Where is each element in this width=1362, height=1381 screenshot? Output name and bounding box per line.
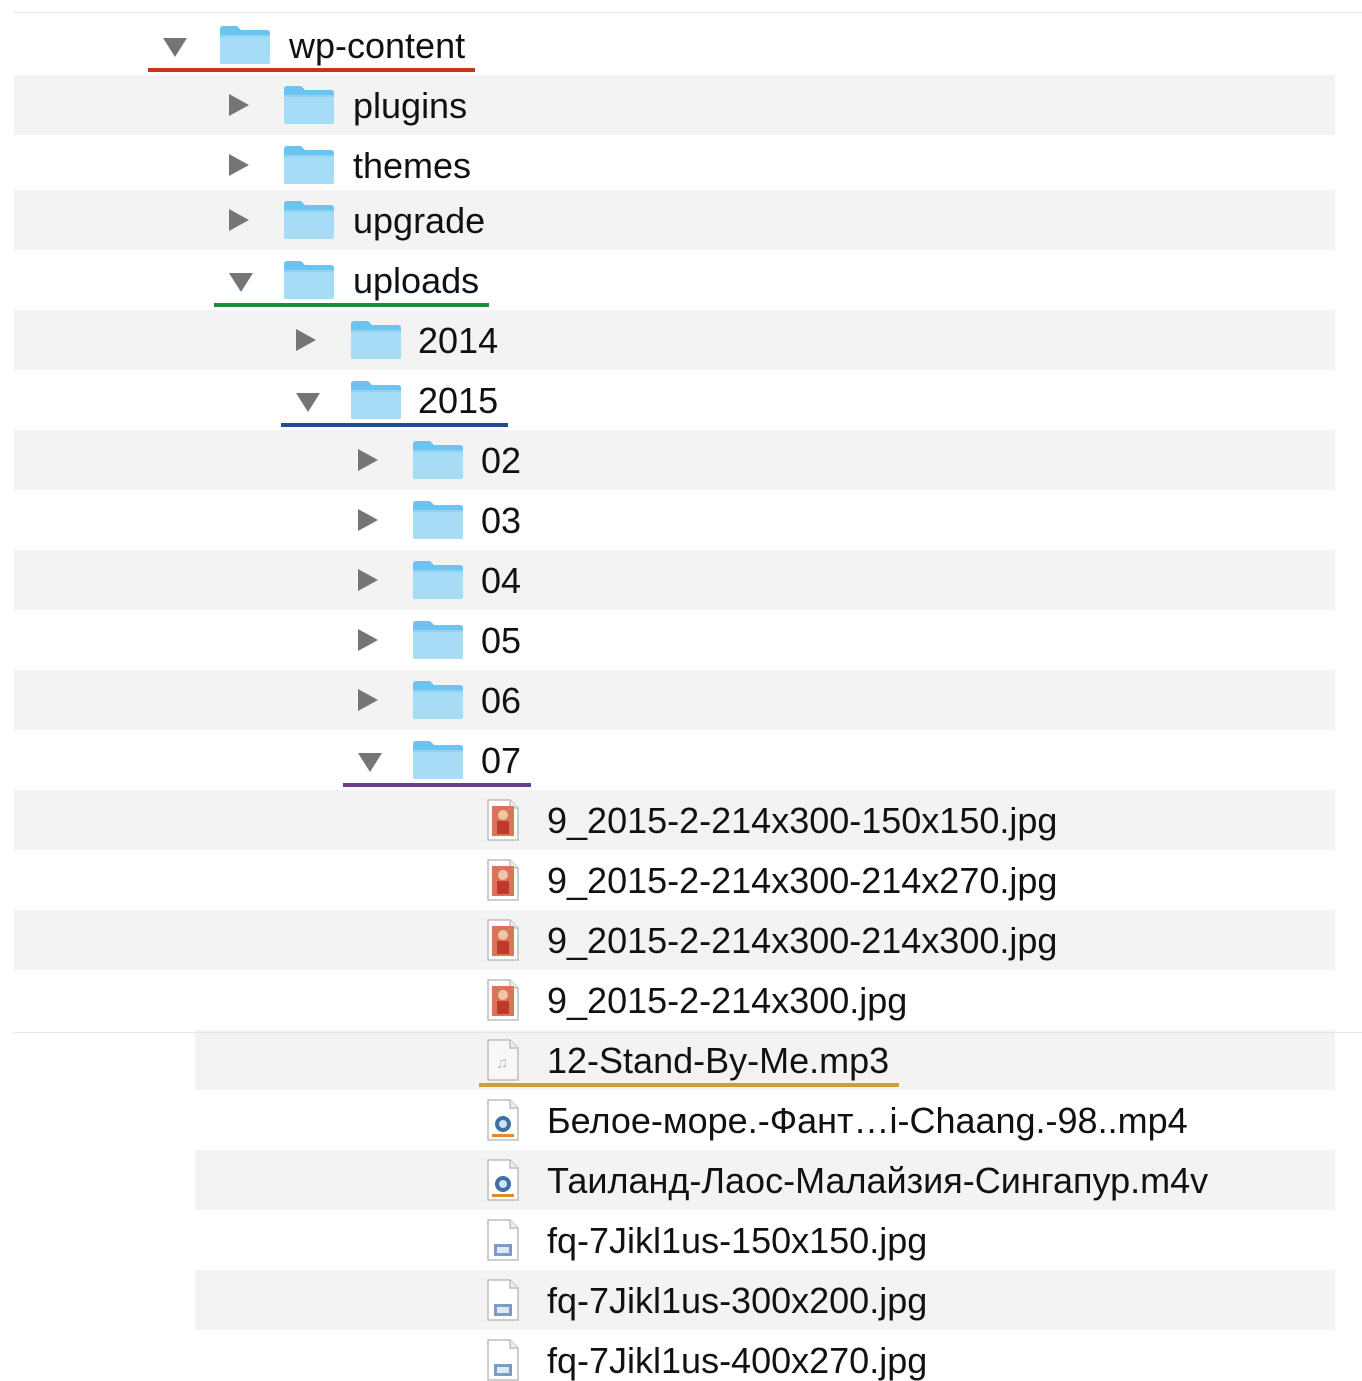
folder-icon (283, 85, 335, 125)
folder-row-uploads[interactable]: uploads (0, 250, 1362, 310)
file-row-9-2015-2-214x300-150x150-jpg[interactable]: 9_2015-2-214x300-150x150.jpg (0, 790, 1362, 850)
file-tree: wp-content plugins themes upgrade uploads 201… (0, 0, 1362, 1381)
folder-name: 2014 (418, 320, 499, 361)
folder-row-04[interactable]: 04 (0, 550, 1362, 610)
folder-name: 02 (481, 440, 522, 481)
folder-icon (412, 680, 464, 720)
highlight-underline (148, 68, 475, 72)
file-name: 9_2015-2-214x300-214x300.jpg (547, 920, 1058, 961)
file-row-9-2015-2-214x300-214x270-jpg[interactable]: 9_2015-2-214x300-214x270.jpg (0, 850, 1362, 910)
audio-file-icon: ♫ (486, 1038, 520, 1082)
file-name: 9_2015-2-214x300-214x270.jpg (547, 860, 1058, 901)
disclosure-collapsed-icon[interactable] (358, 569, 378, 591)
file-name: fq-7Jikl1us-400x270.jpg (547, 1340, 928, 1381)
file-row-fq-7jikl1us-150x150-jpg[interactable]: fq-7Jikl1us-150x150.jpg (0, 1210, 1362, 1270)
folder-name: 07 (481, 740, 522, 781)
file-name: Белое-море.-Фант…i-Chaang.-98..mp4 (547, 1100, 1188, 1141)
disclosure-collapsed-icon[interactable] (296, 329, 316, 351)
folder-icon (412, 620, 464, 660)
disclosure-collapsed-icon[interactable] (358, 509, 378, 531)
file-name: 9_2015-2-214x300-150x150.jpg (547, 800, 1058, 841)
folder-name: 06 (481, 680, 522, 721)
folder-name: 03 (481, 500, 522, 541)
file-row-fq-7jikl1us-300x200-jpg[interactable]: fq-7Jikl1us-300x200.jpg (0, 1270, 1362, 1330)
picture-file-icon (486, 1338, 520, 1381)
image-file-icon (486, 978, 520, 1022)
disclosure-collapsed-icon[interactable] (229, 154, 249, 176)
picture-file-icon (486, 1218, 520, 1262)
folder-icon (283, 260, 335, 300)
file-name: 12-Stand-By-Me.mp3 (547, 1040, 890, 1081)
folder-name: uploads (353, 260, 480, 301)
divider-line (14, 12, 1362, 13)
file-row-fq-7jikl1us-400x270-jpg[interactable]: fq-7Jikl1us-400x270.jpg (0, 1330, 1362, 1381)
folder-icon (219, 25, 271, 65)
folder-row-07[interactable]: 07 (0, 730, 1362, 790)
disclosure-expanded-icon[interactable] (358, 753, 382, 772)
folder-icon (350, 380, 402, 420)
folder-row-03[interactable]: 03 (0, 490, 1362, 550)
folder-icon (350, 320, 402, 360)
folder-icon (412, 560, 464, 600)
folder-name: themes (353, 145, 472, 186)
folder-icon (412, 440, 464, 480)
folder-row-wp-content[interactable]: wp-content (0, 15, 1362, 75)
disclosure-expanded-icon[interactable] (296, 393, 320, 412)
file-row-таиланд-лаос-малайзия-сингапур-m4v[interactable]: Таиланд-Лаос-Малайзия-Сингапур.m4v (0, 1150, 1362, 1210)
folder-icon (283, 145, 335, 185)
file-row-12-stand-by-me-mp3[interactable]: ♫ 12-Stand-By-Me.mp3 (0, 1030, 1362, 1090)
file-name: 9_2015-2-214x300.jpg (547, 980, 908, 1021)
folder-icon (283, 200, 335, 240)
disclosure-collapsed-icon[interactable] (358, 449, 378, 471)
video-file-icon (486, 1098, 520, 1142)
folder-row-plugins[interactable]: plugins (0, 75, 1362, 135)
highlight-underline (281, 423, 508, 427)
image-file-icon (486, 798, 520, 842)
folder-row-themes[interactable]: themes (0, 135, 1362, 195)
folder-icon (412, 740, 464, 780)
folder-name: 04 (481, 560, 522, 601)
file-row-9-2015-2-214x300-jpg[interactable]: 9_2015-2-214x300.jpg (0, 970, 1362, 1030)
file-name: fq-7Jikl1us-150x150.jpg (547, 1220, 928, 1261)
file-row-9-2015-2-214x300-214x300-jpg[interactable]: 9_2015-2-214x300-214x300.jpg (0, 910, 1362, 970)
file-name: Таиланд-Лаос-Малайзия-Сингапур.m4v (547, 1160, 1209, 1201)
disclosure-collapsed-icon[interactable] (358, 689, 378, 711)
disclosure-expanded-icon[interactable] (229, 273, 253, 292)
disclosure-collapsed-icon[interactable] (229, 209, 249, 231)
image-file-icon (486, 918, 520, 962)
disclosure-collapsed-icon[interactable] (358, 629, 378, 651)
file-name: fq-7Jikl1us-300x200.jpg (547, 1280, 928, 1321)
folder-name: plugins (353, 85, 468, 126)
folder-name: upgrade (353, 200, 486, 241)
video-file-icon (486, 1158, 520, 1202)
image-file-icon (486, 858, 520, 902)
folder-icon (412, 500, 464, 540)
file-row-белое-море-фант-i-chaang-98-mp4[interactable]: Белое-море.-Фант…i-Chaang.-98..mp4 (0, 1090, 1362, 1150)
folder-row-05[interactable]: 05 (0, 610, 1362, 670)
folder-row-02[interactable]: 02 (0, 430, 1362, 490)
highlight-underline (214, 303, 489, 307)
picture-file-icon (486, 1278, 520, 1322)
svg-text:♫: ♫ (496, 1055, 508, 1072)
folder-name: 2015 (418, 380, 499, 421)
disclosure-collapsed-icon[interactable] (229, 94, 249, 116)
disclosure-expanded-icon[interactable] (163, 38, 187, 57)
folder-name: wp-content (289, 25, 466, 66)
folder-name: 05 (481, 620, 522, 661)
folder-row-upgrade[interactable]: upgrade (0, 190, 1362, 250)
folder-row-2014[interactable]: 2014 (0, 310, 1362, 370)
highlight-underline (343, 783, 531, 787)
folder-row-06[interactable]: 06 (0, 670, 1362, 730)
folder-row-2015[interactable]: 2015 (0, 370, 1362, 430)
highlight-underline (479, 1083, 899, 1087)
